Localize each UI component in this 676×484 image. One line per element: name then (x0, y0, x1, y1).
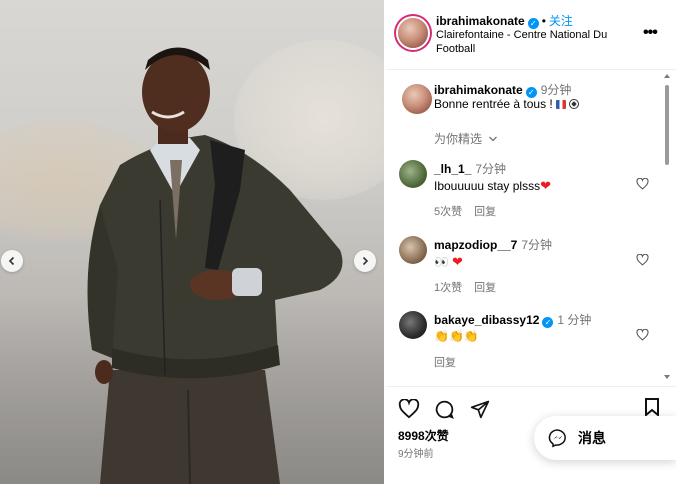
commenter-username[interactable]: _lh_1_ (434, 162, 471, 176)
previous-photo-button[interactable] (1, 250, 23, 272)
comment-meta: 5次赞 回复 (434, 203, 508, 219)
reply-button[interactable]: 回复 (474, 282, 496, 294)
comment-item: bakaye_dibassy12 ✓ 1 分钟 👏👏👏 回复 (386, 311, 656, 381)
post-timestamp: 9分钟前 (398, 449, 434, 460)
flag-emoji-icon (555, 100, 566, 109)
comment-meta: 1次赞 回复 (434, 279, 508, 295)
commenter-avatar[interactable] (399, 160, 427, 188)
commenter-line: bakaye_dibassy12 ✓ 1 分钟 (434, 311, 591, 328)
author-avatar[interactable] (398, 18, 428, 48)
commenter-username[interactable]: mapzodiop__7 (434, 238, 517, 252)
comment-body: Ibouuuuu stay plsss (434, 179, 541, 193)
commenter-line: mapzodiop__7 7分钟 (434, 236, 552, 253)
caption-author: ibrahimakonate ✓ 9分钟 (434, 81, 571, 98)
heart-icon[interactable] (636, 254, 649, 266)
caption-time: 9分钟 (540, 83, 572, 97)
heart-icon[interactable] (636, 329, 649, 341)
comment-text: 👀 ❤ (434, 254, 463, 270)
author-line: ibrahimakonate ✓ • 关注 (436, 12, 573, 29)
chevron-right-icon (362, 256, 369, 266)
more-icon[interactable]: ••• (643, 24, 658, 42)
heart-icon[interactable] (636, 178, 649, 190)
comment-item: mapzodiop__7 7分钟 👀 ❤ 1次赞 回复 (386, 236, 656, 306)
caption-avatar[interactable] (402, 84, 432, 114)
comment-item: _lh_1_ 7分钟 Ibouuuuu stay plsss❤ 5次赞 回复 (386, 160, 656, 230)
separator-dot: • (541, 14, 546, 28)
comment-filter-dropdown[interactable]: 为你精选 (434, 130, 498, 147)
chevron-down-icon (489, 136, 498, 142)
soccer-ball-emoji-icon (568, 99, 579, 109)
scroll-down-arrow[interactable] (664, 375, 670, 379)
caption-text: Bonne rentrée à tous ! (434, 97, 579, 111)
post-header: ibrahimakonate ✓ • 关注 Clairefontaine - Cent… (386, 0, 676, 70)
red-heart-emoji-icon: ❤ (451, 254, 463, 269)
red-heart-emoji-icon: ❤ (540, 178, 551, 193)
comment-filter-label: 为你精选 (434, 132, 483, 146)
commenter-avatar[interactable] (399, 311, 427, 339)
follow-button[interactable]: 关注 (549, 14, 573, 28)
scrollbar-thumb[interactable] (665, 85, 669, 165)
person-figure (87, 47, 343, 484)
comments-scrollbar[interactable] (665, 85, 669, 381)
like-count[interactable]: 8998次赞 (398, 427, 449, 444)
comment-icon[interactable] (434, 399, 455, 420)
scroll-up-arrow[interactable] (664, 74, 670, 78)
next-photo-button[interactable] (354, 250, 376, 272)
reply-button[interactable]: 回复 (474, 206, 496, 218)
messenger-icon (548, 429, 566, 448)
post-location[interactable]: Clairefontaine - Centre National Du Foot… (436, 28, 626, 56)
bookmark-icon[interactable] (644, 398, 660, 416)
clapping-emoji-icon: 👏👏👏 (434, 329, 479, 343)
commenter-avatar[interactable] (399, 236, 427, 264)
comment-time: 7分钟 (475, 162, 507, 176)
post-photo (0, 0, 384, 484)
caption-username[interactable]: ibrahimakonate (434, 83, 523, 97)
eyes-emoji-icon: 👀 (434, 255, 449, 269)
comment-time: 1 分钟 (557, 313, 592, 327)
messages-label: 消息 (578, 430, 606, 446)
commenter-username[interactable]: bakaye_dibassy12 (434, 313, 539, 327)
commenter-line: _lh_1_ 7分钟 (434, 160, 506, 177)
comment-text: Ibouuuuu stay plsss❤ (434, 178, 551, 194)
post-side-panel: ibrahimakonate ✓ • 关注 Clairefontaine - Cent… (386, 0, 676, 484)
caption-body: Bonne rentrée à tous ! (434, 97, 553, 111)
share-icon[interactable] (470, 399, 490, 419)
comment-time: 7分钟 (521, 238, 553, 252)
author-username[interactable]: ibrahimakonate (436, 14, 525, 28)
chevron-left-icon (8, 256, 15, 266)
reply-button[interactable]: 回复 (434, 357, 456, 369)
heart-icon[interactable] (398, 399, 420, 419)
comment-likes[interactable]: 1次赞 (434, 282, 462, 294)
comment-likes[interactable]: 5次赞 (434, 206, 462, 218)
verified-icon: ✓ (542, 317, 554, 328)
comment-meta: 回复 (434, 354, 468, 370)
comment-text: 👏👏👏 (434, 329, 479, 343)
messages-button[interactable]: 消息 (534, 416, 676, 460)
